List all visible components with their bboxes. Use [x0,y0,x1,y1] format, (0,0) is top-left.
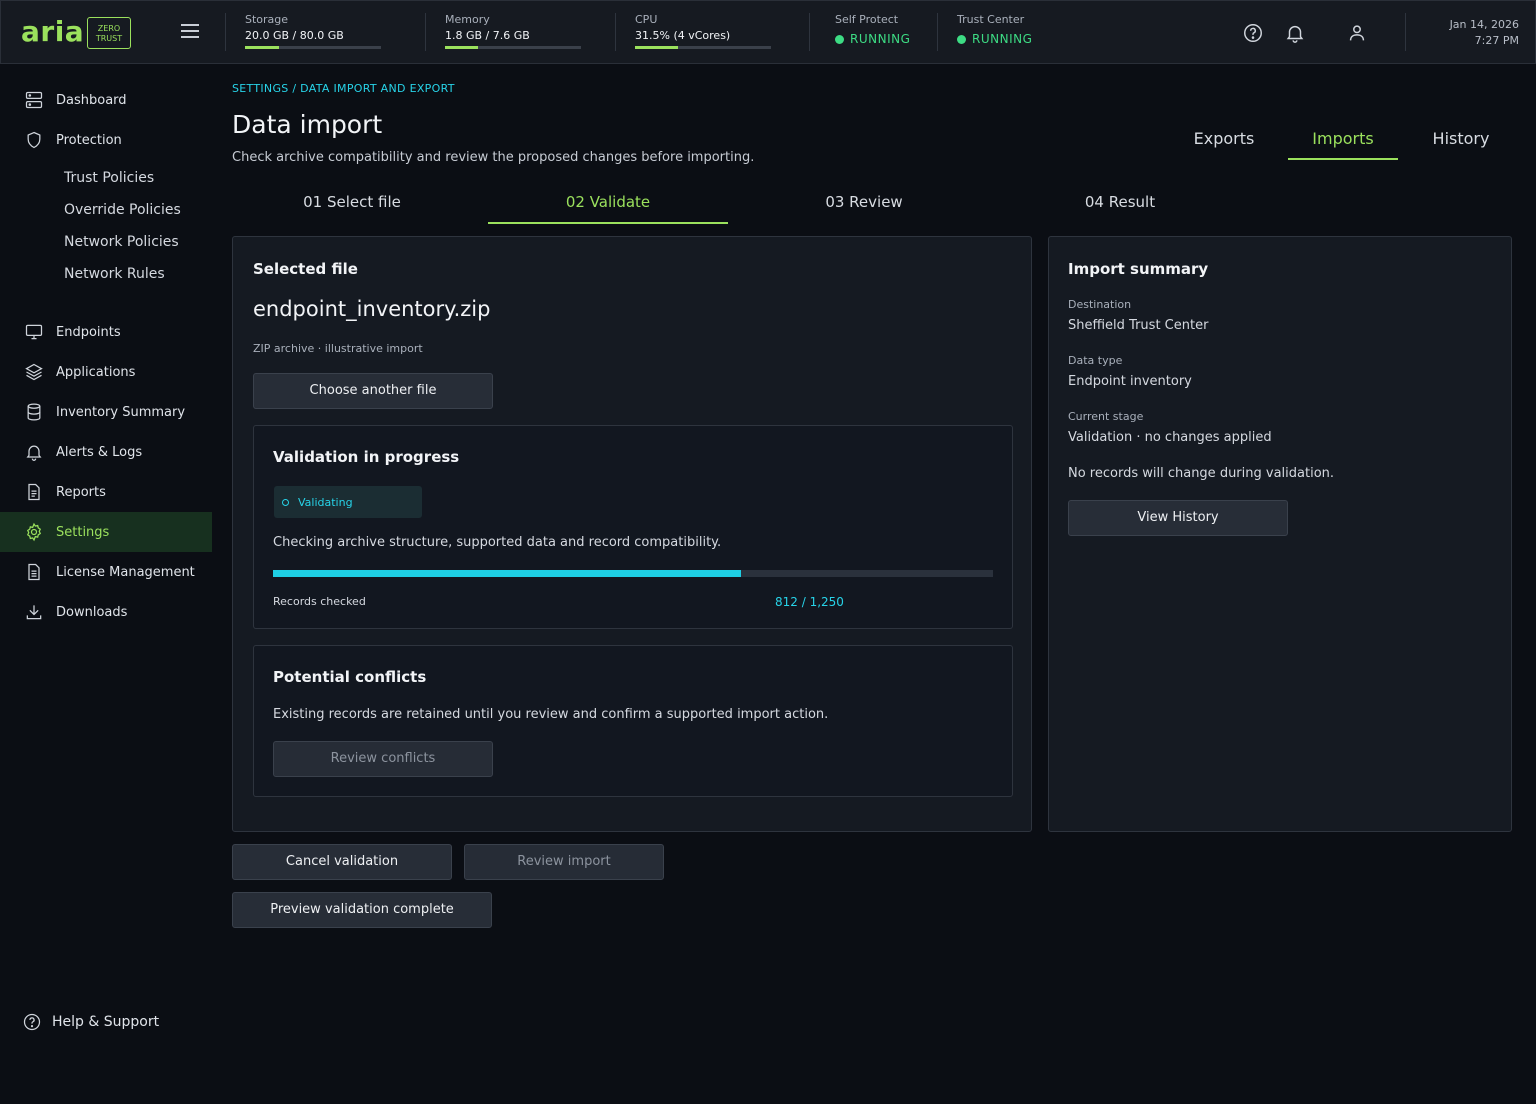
records-checked-label: Records checked [273,595,366,608]
license-icon [28,563,40,581]
selected-file-panel: Selected file endpoint_inventory.zip ZIP… [232,236,1032,832]
help-support-link[interactable]: Help & Support [0,1002,212,1042]
bell-icon [26,445,42,461]
step-result[interactable]: 04 Result [1000,182,1240,224]
sidebar-item-endpoints[interactable]: Endpoints [0,312,212,352]
sidebar-item-reports[interactable]: Reports [0,472,212,512]
gear-icon [26,522,42,542]
current-stage-value: Validation · no changes applied [1068,430,1272,445]
view-history-button[interactable]: View History [1068,500,1288,536]
import-summary-panel: Import summary Destination Sheffield Tru… [1048,236,1512,832]
breadcrumb[interactable]: SETTINGS / DATA IMPORT AND EXPORT [232,82,455,96]
review-conflicts-button[interactable]: Review conflicts [273,741,493,777]
self-protect-status: Self Protect RUNNING [835,13,911,46]
monitor-icon [25,324,43,340]
selected-file-heading: Selected file [253,260,358,278]
server-icon [25,91,43,109]
shield-icon [27,131,41,149]
storage-metric: Storage 20.0 GB / 80.0 GB [245,13,381,49]
tab-exports[interactable]: Exports [1170,120,1278,160]
help-icon [23,1013,41,1031]
step-review[interactable]: 03 Review [744,182,984,224]
cancel-validation-button[interactable]: Cancel validation [232,844,452,880]
sidebar-subitem-override-policies[interactable]: Override Policies [64,200,181,220]
choose-another-file-button[interactable]: Choose another file [253,373,493,409]
data-type-value: Endpoint inventory [1068,374,1192,389]
divider [937,13,938,51]
divider [1405,13,1406,51]
memory-metric: Memory 1.8 GB / 7.6 GB [445,13,581,49]
file-name: endpoint_inventory.zip [253,297,491,321]
page-subtitle: Check archive compatibility and review t… [232,150,755,165]
hamburger-menu-icon[interactable] [181,24,199,40]
divider [425,13,426,51]
datetime: Jan 14, 2026 7:27 PM [1449,18,1519,47]
validating-badge: Validating [274,486,422,518]
current-stage-label: Current stage [1068,410,1144,423]
validation-heading: Validation in progress [273,448,460,466]
sidebar-item-settings[interactable]: Settings [0,512,212,552]
preview-validation-complete-button[interactable]: Preview validation complete [232,892,492,928]
data-type-label: Data type [1068,354,1123,367]
divider [225,13,226,51]
cpu-usage-bar [635,46,771,49]
conflicts-description: Existing records are retained until you … [273,707,829,722]
zero-trust-badge: ZERO TRUST [87,17,131,49]
step-select-file[interactable]: 01 Select file [232,182,472,224]
step-validate[interactable]: 02 Validate [488,182,728,224]
database-icon [27,403,41,421]
sidebar-item-inventory-summary[interactable]: Inventory Summary [0,392,212,432]
file-meta: ZIP archive · illustrative import [253,342,423,355]
records-checked-value: 812 / 1,250 [775,595,844,609]
document-icon [28,483,40,501]
destination-label: Destination [1068,298,1132,311]
sidebar-item-alerts-logs[interactable]: Alerts & Logs [0,432,212,472]
conflicts-card: Potential conflicts Existing records are… [253,645,1013,797]
validation-note: No records will change during validation… [1068,466,1335,481]
memory-usage-bar [445,46,581,49]
page-title: Data import [232,110,383,139]
sidebar-item-protection[interactable]: Protection [0,120,212,160]
sidebar-subitem-trust-policies[interactable]: Trust Policies [64,168,154,188]
top-bar: aria ZERO TRUST Storage 20.0 GB / 80.0 G… [0,0,1536,64]
sidebar-item-license-management[interactable]: License Management [0,552,212,592]
sidebar-item-downloads[interactable]: Downloads [0,592,212,632]
trust-center-status: Trust Center RUNNING [957,13,1033,46]
layers-icon [25,363,43,381]
divider [809,13,810,51]
sidebar-item-dashboard[interactable]: Dashboard [0,80,212,120]
validation-card: Validation in progress Validating Checki… [253,425,1013,629]
cpu-metric: CPU 31.5% (4 vCores) [635,13,771,49]
user-icon[interactable] [1346,22,1368,44]
validation-description: Checking archive structure, supported da… [273,535,722,550]
running-dot-icon [957,34,966,44]
tab-imports[interactable]: Imports [1288,120,1398,160]
aria-logo[interactable]: aria [21,15,84,49]
divider [615,13,616,51]
review-import-button[interactable]: Review import [464,844,664,880]
help-icon[interactable] [1242,22,1264,44]
sidebar: Dashboard Protection Trust Policies Over… [0,64,220,1104]
import-summary-heading: Import summary [1068,260,1209,278]
sidebar-subitem-network-rules[interactable]: Network Rules [64,264,165,284]
destination-value: Sheffield Trust Center [1068,318,1209,333]
storage-usage-bar [245,46,381,49]
validation-progress-bar [273,570,993,577]
running-dot-icon [835,34,844,44]
download-icon [26,605,42,620]
spinner-icon [282,498,289,506]
sidebar-subitem-network-policies[interactable]: Network Policies [64,232,179,252]
sidebar-item-applications[interactable]: Applications [0,352,212,392]
tab-history[interactable]: History [1408,120,1514,160]
bell-icon[interactable] [1284,22,1306,44]
conflicts-heading: Potential conflicts [273,668,427,686]
